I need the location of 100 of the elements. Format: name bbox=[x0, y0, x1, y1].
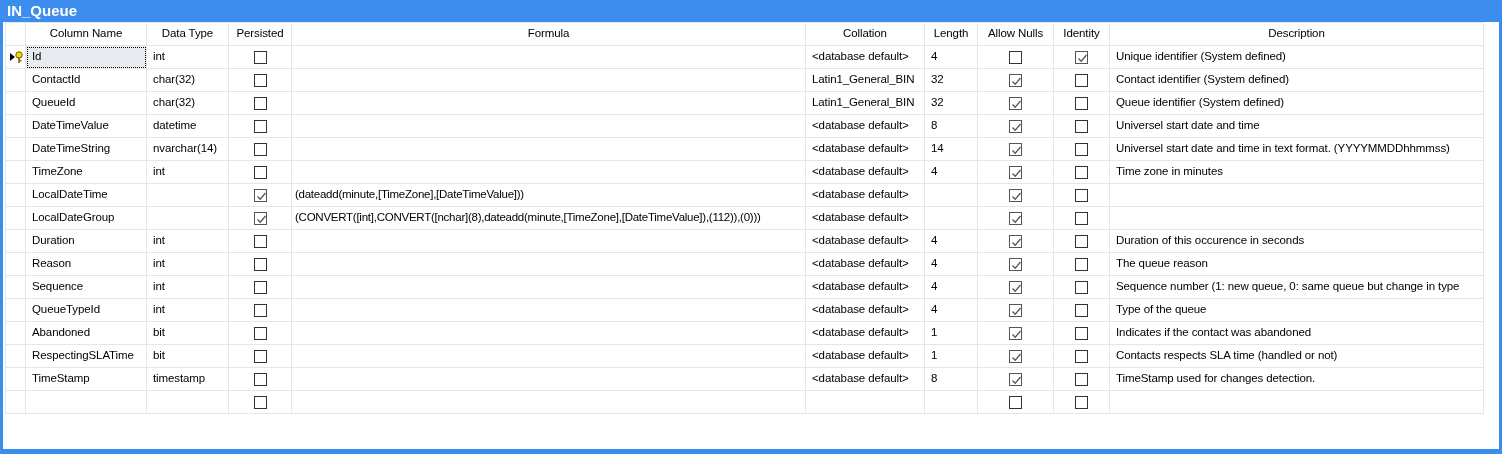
checkbox[interactable] bbox=[1075, 303, 1088, 317]
checkbox[interactable] bbox=[1009, 96, 1022, 110]
column-header[interactable]: Column Name bbox=[25, 22, 147, 46]
checkbox[interactable] bbox=[1075, 50, 1088, 64]
checkbox[interactable] bbox=[1075, 372, 1088, 386]
length-cell: 8 bbox=[924, 367, 978, 391]
data-type-cell: int bbox=[146, 229, 229, 253]
checkbox[interactable] bbox=[1075, 142, 1088, 156]
length-cell: 4 bbox=[924, 160, 978, 184]
column-header[interactable]: Data Type bbox=[146, 22, 229, 46]
description-cell: Unique identifier (System defined) bbox=[1109, 45, 1484, 69]
data-type-cell: datetime bbox=[146, 114, 229, 138]
formula-cell: (CONVERT([int],CONVERT([nchar](8),dateadd(minute,[TimeZone],[DateTimeValue]),(112)),(0))) bbox=[291, 206, 806, 230]
collation-cell: <database default> bbox=[805, 160, 925, 184]
checkbox[interactable] bbox=[1009, 142, 1022, 156]
checkbox[interactable] bbox=[253, 395, 267, 409]
checkbox[interactable] bbox=[253, 119, 267, 133]
checkbox[interactable] bbox=[253, 211, 267, 225]
checkbox[interactable] bbox=[253, 257, 267, 271]
checkbox[interactable] bbox=[1075, 257, 1088, 271]
collation-cell: <database default> bbox=[805, 114, 925, 138]
description-cell: Contacts respects SLA time (handled or not) bbox=[1109, 344, 1484, 368]
checkbox[interactable] bbox=[1009, 326, 1022, 340]
checkbox[interactable] bbox=[1075, 73, 1088, 87]
collation-cell: <database default> bbox=[805, 137, 925, 161]
length-cell: 4 bbox=[924, 45, 978, 69]
data-type-cell: bit bbox=[146, 344, 229, 368]
column-name-cell: Reason bbox=[25, 252, 147, 276]
collation-cell: <database default> bbox=[805, 344, 925, 368]
data-type-cell: int bbox=[146, 45, 229, 69]
length-cell: 4 bbox=[924, 275, 978, 299]
collation-cell: <database default> bbox=[805, 275, 925, 299]
checkbox[interactable] bbox=[253, 303, 267, 317]
checkbox[interactable] bbox=[1075, 188, 1088, 202]
checkbox[interactable] bbox=[1009, 257, 1022, 271]
checkbox[interactable] bbox=[1009, 280, 1022, 294]
column-header[interactable]: Allow Nulls bbox=[977, 22, 1054, 46]
checkbox[interactable] bbox=[253, 142, 267, 156]
checkbox[interactable] bbox=[1009, 303, 1022, 317]
description-cell: Contact identifier (System defined) bbox=[1109, 68, 1484, 92]
checkbox[interactable] bbox=[253, 96, 267, 110]
column-name-cell: ContactId bbox=[25, 68, 147, 92]
description-cell: TimeStamp used for changes detection. bbox=[1109, 367, 1484, 391]
checkbox[interactable] bbox=[1075, 119, 1088, 133]
checkbox[interactable] bbox=[1075, 211, 1088, 225]
checkbox[interactable] bbox=[253, 188, 267, 202]
description-cell: Sequence number (1: new queue, 0: same queue but change in type bbox=[1109, 275, 1484, 299]
length-cell: 1 bbox=[924, 321, 978, 345]
length-cell: 14 bbox=[924, 137, 978, 161]
length-cell: 32 bbox=[924, 68, 978, 92]
data-type-cell: char(32) bbox=[146, 68, 229, 92]
length-cell: 8 bbox=[924, 114, 978, 138]
column-header[interactable]: Formula bbox=[291, 22, 806, 46]
checkbox[interactable] bbox=[1009, 349, 1022, 363]
checkbox[interactable] bbox=[253, 349, 267, 363]
collation-cell: Latin1_General_BIN bbox=[805, 91, 925, 115]
data-type-cell: int bbox=[146, 160, 229, 184]
checkbox[interactable] bbox=[253, 372, 267, 386]
checkbox[interactable] bbox=[1075, 165, 1088, 179]
description-cell: Type of the queue bbox=[1109, 298, 1484, 322]
checkbox[interactable] bbox=[1009, 119, 1022, 133]
data-type-cell: int bbox=[146, 252, 229, 276]
column-name-cell: Duration bbox=[25, 229, 147, 253]
checkbox[interactable] bbox=[1009, 188, 1022, 202]
length-cell: 4 bbox=[924, 229, 978, 253]
column-name-cell: QueueId bbox=[25, 91, 147, 115]
column-header[interactable]: Collation bbox=[805, 22, 925, 46]
checkbox[interactable] bbox=[1009, 395, 1022, 409]
checkbox[interactable] bbox=[1075, 280, 1088, 294]
checkbox[interactable] bbox=[1009, 211, 1022, 225]
description-cell: Indicates if the contact was abandoned bbox=[1109, 321, 1484, 345]
column-name-cell: QueueTypeId bbox=[25, 298, 147, 322]
checkbox[interactable] bbox=[1009, 73, 1022, 87]
formula-cell: (dateadd(minute,[TimeZone],[DateTimeValue])) bbox=[291, 183, 806, 207]
checkbox[interactable] bbox=[253, 73, 267, 87]
column-name-cell: DateTimeValue bbox=[25, 114, 147, 138]
collation-cell: <database default> bbox=[805, 206, 925, 230]
checkbox[interactable] bbox=[1075, 326, 1088, 340]
checkbox[interactable] bbox=[1075, 234, 1088, 248]
checkbox[interactable] bbox=[1009, 165, 1022, 179]
column-header[interactable]: Persisted bbox=[228, 22, 292, 46]
checkbox[interactable] bbox=[1075, 349, 1088, 363]
column-header[interactable]: Description bbox=[1109, 22, 1484, 46]
length-cell: 4 bbox=[924, 298, 978, 322]
column-header[interactable]: Length bbox=[924, 22, 978, 46]
checkbox[interactable] bbox=[1075, 395, 1088, 409]
collation-cell: <database default> bbox=[805, 298, 925, 322]
length-cell: 32 bbox=[924, 91, 978, 115]
checkbox[interactable] bbox=[253, 165, 267, 179]
column-header[interactable]: Identity bbox=[1053, 22, 1110, 46]
checkbox[interactable] bbox=[1009, 372, 1022, 386]
checkbox[interactable] bbox=[1009, 50, 1022, 64]
checkbox[interactable] bbox=[253, 326, 267, 340]
checkbox[interactable] bbox=[253, 234, 267, 248]
checkbox[interactable] bbox=[253, 50, 267, 64]
column-name-cell: Abandoned bbox=[25, 321, 147, 345]
checkbox[interactable] bbox=[1009, 234, 1022, 248]
checkbox[interactable] bbox=[253, 280, 267, 294]
description-cell: Universel start date and time in text format. (YYYYMMDDhhmmss) bbox=[1109, 137, 1484, 161]
checkbox[interactable] bbox=[1075, 96, 1088, 110]
